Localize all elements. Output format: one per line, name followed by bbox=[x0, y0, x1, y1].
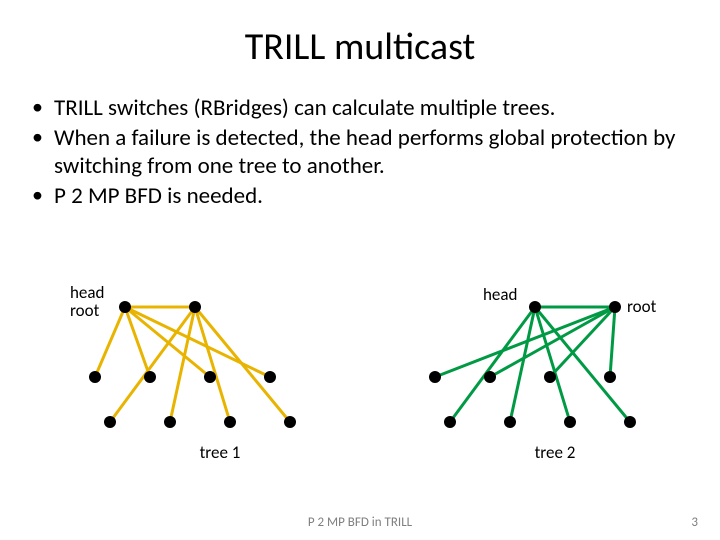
bullet-item: TRILL switches (RBridges) can calculate … bbox=[54, 94, 684, 122]
bullet-item: P 2 MP BFD is needed. bbox=[54, 182, 684, 210]
tree1-svg bbox=[80, 282, 360, 462]
tree1-caption: tree 1 bbox=[80, 442, 360, 463]
tree2-svg bbox=[415, 282, 695, 462]
diagrams-region: head root bbox=[0, 282, 720, 502]
bullet-item: When a failure is detected, the head per… bbox=[54, 124, 684, 180]
slide: TRILL multicast TRILL switches (RBridges… bbox=[0, 0, 720, 540]
tree2-diagram: head root bbox=[415, 282, 695, 492]
page-number: 3 bbox=[691, 515, 698, 530]
footer-text: P 2 MP BFD in TRILL bbox=[0, 515, 720, 530]
tree2-caption: tree 2 bbox=[415, 442, 695, 463]
tree1-diagram: head root bbox=[80, 282, 360, 492]
slide-title: TRILL multicast bbox=[0, 0, 720, 70]
bullet-list: TRILL switches (RBridges) can calculate … bbox=[0, 70, 720, 210]
